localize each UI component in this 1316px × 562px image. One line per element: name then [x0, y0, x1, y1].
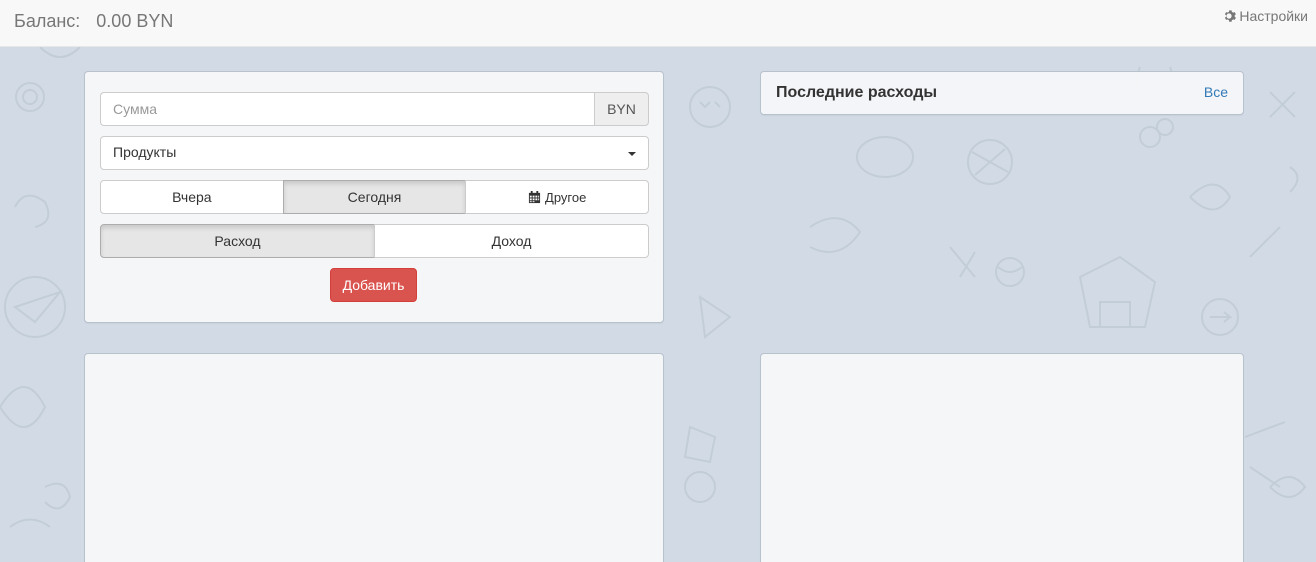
bottom-right-panel [760, 353, 1244, 562]
day-today-label: Сегодня [347, 189, 402, 205]
balance-display: Баланс: 0.00 BYN [14, 11, 173, 32]
all-expenses-link[interactable]: Все [1204, 84, 1228, 100]
recent-expenses-panel: Последние расходы Все [760, 71, 1244, 115]
type-button-group: Расход Доход [100, 224, 649, 258]
currency-addon: BYN [594, 92, 649, 126]
balance-label: Баланс: [14, 11, 81, 31]
type-income-label: Доход [491, 233, 532, 249]
bottom-left-panel [84, 353, 664, 562]
day-button-group: Вчера Сегодня Другое [100, 180, 650, 214]
amount-input[interactable] [100, 92, 594, 126]
add-button-label: Добавить [342, 277, 405, 293]
amount-input-group: BYN [100, 92, 649, 126]
top-navbar: Баланс: 0.00 BYN Настройки [0, 0, 1316, 47]
calendar-icon [528, 190, 541, 203]
caret-down-icon [628, 152, 636, 156]
day-yesterday-button[interactable]: Вчера [100, 180, 284, 214]
day-other-button[interactable]: Другое [465, 180, 650, 214]
category-selected-value: Продукты [113, 144, 177, 160]
settings-label: Настройки [1239, 8, 1308, 24]
balance-value: 0.00 BYN [96, 11, 174, 31]
day-other-label: Другое [545, 189, 587, 205]
gear-icon [1225, 10, 1237, 22]
add-transaction-panel: BYN Продукты Вчера Сегодня [84, 71, 664, 323]
category-select[interactable]: Продукты [100, 136, 649, 170]
day-yesterday-label: Вчера [172, 189, 212, 205]
day-today-button[interactable]: Сегодня [282, 180, 467, 214]
recent-expenses-title: Последние расходы [776, 84, 938, 101]
type-expense-label: Расход [214, 233, 261, 249]
type-expense-button[interactable]: Расход [100, 224, 375, 258]
add-button[interactable]: Добавить [330, 268, 417, 302]
type-income-button[interactable]: Доход [374, 224, 649, 258]
settings-link[interactable]: Настройки [1222, 8, 1308, 24]
